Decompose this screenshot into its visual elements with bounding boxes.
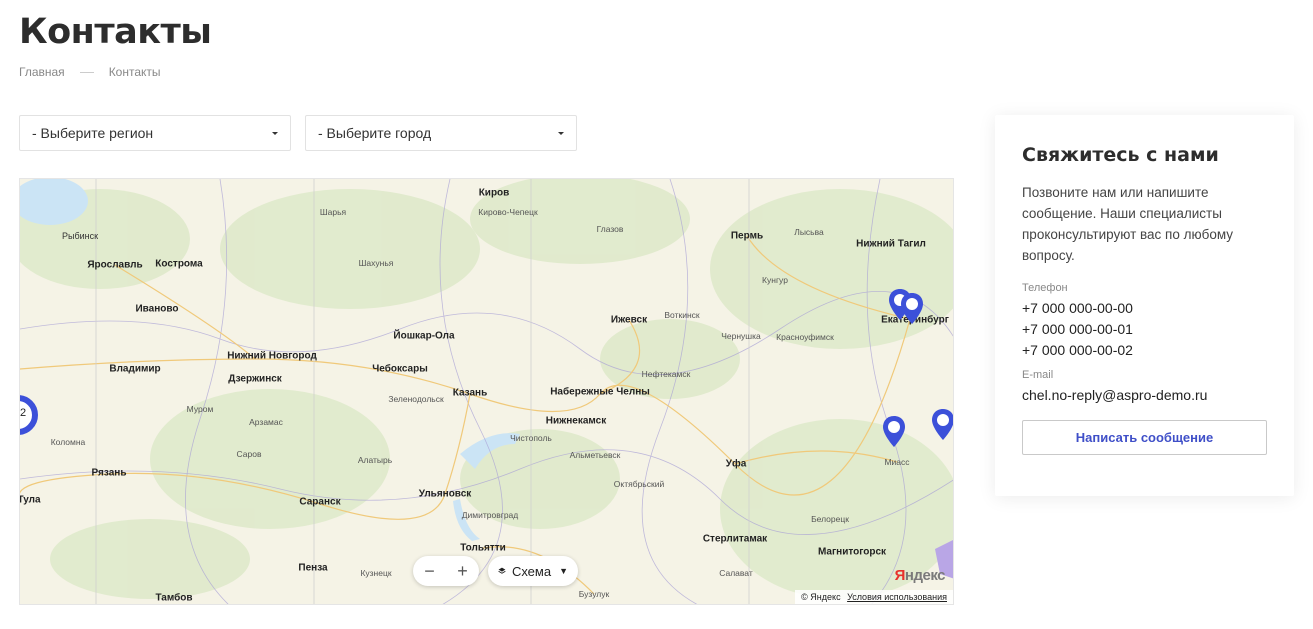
email-group: E-mail chel.no-reply@aspro-demo.ru <box>1022 369 1267 406</box>
map-city-label: Нефтекамск <box>641 369 691 379</box>
map-city-label: Октябрьский <box>613 479 665 489</box>
breadcrumb-separator <box>79 71 94 73</box>
chevron-down-icon <box>558 131 564 135</box>
map-city-label: Красноуфимск <box>776 332 834 342</box>
map-zoom-control: − + <box>413 556 479 586</box>
map-city-label: Арзамас <box>249 417 283 427</box>
map-city-label: Ярославль <box>87 259 143 271</box>
map-city-label: Глазов <box>596 224 624 234</box>
map-pin-icon[interactable] <box>898 291 926 327</box>
contacts-map[interactable]: Рыбинск Ярославль Кострома Шарья Киров Кирово… <box>19 178 954 605</box>
caret-down-icon: ▼ <box>559 566 568 576</box>
map-city-label: Муром <box>186 404 214 414</box>
map-pin-icon[interactable] <box>880 414 908 450</box>
email-link[interactable]: chel.no-reply@aspro-demo.ru <box>1022 385 1267 406</box>
contact-card: Свяжитесь с нами Позвоните нам или напиш… <box>995 115 1294 496</box>
region-select[interactable]: - Выберите регион <box>19 115 291 151</box>
map-city-label: Саров <box>236 449 262 459</box>
map-city-label: Димитровград <box>461 510 519 520</box>
map-pin-icon[interactable] <box>929 407 954 443</box>
map-cluster-marker[interactable]: 2 <box>20 395 48 435</box>
map-city-label: Нижний Новгород <box>227 350 317 362</box>
contact-card-title: Свяжитесь с нами <box>1022 144 1219 166</box>
map-city-label: Коломна <box>50 437 86 447</box>
map-city-label: Рыбинск <box>61 231 99 241</box>
map-city-label: Воткинск <box>664 310 700 320</box>
email-label: E-mail <box>1022 369 1054 381</box>
contact-card-description: Позвоните нам или напишите сообщение. На… <box>1022 185 1234 263</box>
map-city-label: Киров <box>478 187 510 199</box>
map-city-label: Зеленодольск <box>388 394 444 404</box>
terms-link[interactable]: Условия использования <box>847 592 947 602</box>
phone-group: Телефон +7 000 000-00-00 +7 000 000-00-0… <box>1022 282 1267 361</box>
write-message-button[interactable]: Написать сообщение <box>1022 420 1267 455</box>
map-city-label: Салават <box>719 568 753 578</box>
map-city-label: Тамбов <box>155 592 193 604</box>
map-city-label: Кузнецк <box>360 568 392 578</box>
map-city-label: Магнитогорск <box>817 546 887 558</box>
map-city-label: Ижевск <box>610 314 648 326</box>
map-city-label: Йошкар-Ола <box>393 330 455 342</box>
map-city-label: Кирово-Чепецк <box>478 207 538 217</box>
map-city-label: Уфа <box>725 458 747 470</box>
phone-link[interactable]: +7 000 000-00-02 <box>1022 340 1267 361</box>
map-city-label: Чистополь <box>510 433 552 443</box>
city-select[interactable]: - Выберите город <box>305 115 577 151</box>
map-city-label: Владимир <box>109 363 161 375</box>
breadcrumb: Главная Контакты <box>19 65 161 79</box>
breadcrumb-current: Контакты <box>108 65 161 79</box>
phone-label: Телефон <box>1022 282 1068 294</box>
cluster-count: 2 <box>20 407 27 419</box>
yandex-logo[interactable]: Яндекс <box>895 567 946 584</box>
city-select-value: - Выберите город <box>318 125 432 141</box>
map-city-label: Миасс <box>884 457 910 467</box>
map-copyright: © Яндекс Условия использования <box>795 590 953 604</box>
region-select-value: - Выберите регион <box>32 125 154 141</box>
zoom-in-button[interactable]: + <box>448 556 478 586</box>
map-city-label: Ульяновск <box>418 488 472 500</box>
map-city-label: Шахунья <box>358 258 394 268</box>
zoom-out-button[interactable]: − <box>415 556 445 586</box>
map-city-label: Тула <box>19 494 41 506</box>
map-city-label: Лысьва <box>794 227 824 237</box>
chevron-down-icon <box>272 131 278 135</box>
map-city-label: Алатырь <box>357 455 393 465</box>
breadcrumb-home-link[interactable]: Главная <box>19 65 65 79</box>
map-city-label: Белорецк <box>811 514 849 524</box>
map-city-label: Дзержинск <box>228 373 282 385</box>
phone-link[interactable]: +7 000 000-00-00 <box>1022 298 1267 319</box>
map-city-label: Тольятти <box>460 542 506 554</box>
page-title: Контакты <box>19 12 212 52</box>
map-city-label: Кунгур <box>762 275 788 285</box>
map-layer-label: Схема <box>511 563 552 579</box>
map-city-label: Рязань <box>91 467 127 479</box>
map-city-label: Альметьевск <box>569 450 621 460</box>
map-city-label: Пермь <box>730 230 764 242</box>
map-city-label: Бузулук <box>578 589 610 599</box>
phone-link[interactable]: +7 000 000-00-01 <box>1022 319 1267 340</box>
map-city-label: Иваново <box>135 303 179 315</box>
layers-icon <box>498 567 506 574</box>
map-city-label: Казань <box>452 387 488 399</box>
map-city-label: Чернушка <box>721 331 761 341</box>
map-city-label: Пенза <box>298 562 328 574</box>
map-city-label: Стерлитамак <box>702 533 768 545</box>
map-layer-button[interactable]: Схема ▼ <box>488 556 578 586</box>
map-city-label: Нижний Тагил <box>856 238 926 250</box>
map-city-label: Саранск <box>299 496 341 508</box>
map-city-label: Шарья <box>319 207 347 217</box>
map-city-label: Нижнекамск <box>545 415 607 427</box>
map-city-label: Чебоксары <box>372 363 428 375</box>
copyright-text: © Яндекс <box>801 592 841 602</box>
map-city-label: Набережные Челны <box>550 386 650 398</box>
map-city-label: Кострома <box>155 258 203 270</box>
